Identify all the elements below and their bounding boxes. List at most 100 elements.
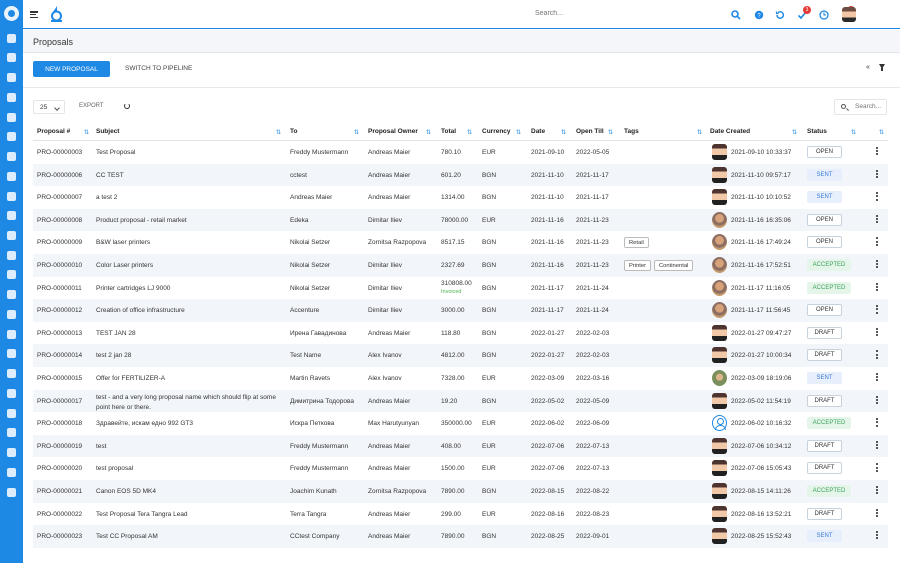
row-actions-icon[interactable] <box>876 485 879 496</box>
to-cell[interactable]: Freddy Mustermann <box>290 443 348 450</box>
globe-icon[interactable] <box>7 310 16 319</box>
sort-icon[interactable]: ⇅ <box>84 129 89 136</box>
subject-link[interactable]: Здравейте, искам едно 992 GT3 <box>96 420 193 427</box>
status-badge[interactable]: ACCEPTED <box>807 484 851 497</box>
proposal-number-link[interactable]: PRO-00000017 <box>37 398 82 405</box>
subject-link[interactable]: a test 2 <box>96 194 117 201</box>
app-logo-icon[interactable] <box>4 6 19 21</box>
support-icon[interactable] <box>7 330 16 339</box>
subject-link[interactable]: test 2 jan 28 <box>96 352 131 359</box>
sort-icon[interactable]: ⇅ <box>354 129 359 136</box>
proposal-number-link[interactable]: PRO-00000019 <box>37 443 82 450</box>
col-date[interactable]: Date <box>531 128 545 135</box>
page-length-select[interactable]: 25 <box>33 100 65 114</box>
avatar[interactable] <box>712 482 727 499</box>
sort-icon[interactable]: ⇅ <box>426 129 431 136</box>
inbox-icon[interactable] <box>7 409 16 418</box>
avatar[interactable] <box>712 279 727 296</box>
menu-toggle-icon[interactable] <box>30 11 38 19</box>
help-icon[interactable]: ? <box>754 10 764 20</box>
sort-icon[interactable]: ⇅ <box>792 129 797 136</box>
to-cell[interactable]: Искра Петкова <box>290 420 334 427</box>
row-actions-icon[interactable] <box>876 214 879 225</box>
chart-icon[interactable] <box>7 290 16 299</box>
to-cell[interactable]: CCtest Company <box>290 533 340 540</box>
to-cell[interactable]: Freddy Mustermann <box>290 149 348 156</box>
search-icon[interactable] <box>731 10 741 20</box>
row-actions-icon[interactable] <box>876 372 879 383</box>
table-row[interactable]: PRO-00000015 Offer for FERTILIZER-A Martin… <box>33 367 888 390</box>
table-row[interactable]: PRO-00000020 test proposal Freddy Musterma… <box>33 457 888 480</box>
contacts-icon[interactable] <box>7 369 16 378</box>
subject-link[interactable]: TEST JAN 28 <box>96 330 136 337</box>
col-proposal-number[interactable]: Proposal # <box>37 128 70 135</box>
reload-icon[interactable] <box>124 103 130 109</box>
status-badge[interactable]: DRAFT <box>807 349 842 362</box>
status-badge[interactable]: DRAFT <box>807 394 842 407</box>
subject-link[interactable]: CC TEST <box>96 172 124 179</box>
table-row[interactable]: PRO-00000021 Canon EOS 5D MK4 Joachim Kuna… <box>33 479 888 503</box>
row-actions-icon[interactable] <box>876 147 879 157</box>
dollar-icon[interactable] <box>7 192 16 201</box>
clock-icon[interactable] <box>819 10 829 20</box>
status-badge[interactable]: DRAFT <box>807 507 842 520</box>
sort-icon[interactable]: ⇅ <box>276 129 281 136</box>
stats-icon[interactable] <box>7 468 16 477</box>
to-cell[interactable]: Nikolai Setzer <box>290 285 330 292</box>
row-actions-icon[interactable] <box>876 508 879 519</box>
table-row[interactable]: PRO-00000022 Test Proposal Tera Tangra Le… <box>33 503 888 526</box>
col-currency[interactable]: Currency <box>482 128 511 135</box>
status-badge[interactable]: OPEN <box>807 236 842 249</box>
proposal-number-link[interactable]: PRO-00000015 <box>37 375 82 382</box>
to-cell[interactable]: Ирена Гавадинова <box>290 330 346 337</box>
subject-link[interactable]: Test Proposal Tera Tangra Lead <box>96 511 188 518</box>
to-cell[interactable]: Martin Ravets <box>290 375 330 382</box>
avatar[interactable] <box>712 234 727 251</box>
subject-link[interactable]: Product proposal - retail market <box>96 217 187 224</box>
proposal-number-link[interactable]: PRO-00000009 <box>37 239 82 246</box>
row-actions-icon[interactable] <box>876 440 879 451</box>
subject-link[interactable]: Color Laser printers <box>96 262 153 269</box>
to-cell[interactable]: Edeka <box>290 217 308 224</box>
user-placeholder-icon[interactable] <box>712 415 727 432</box>
sort-icon[interactable]: ⇅ <box>467 129 472 136</box>
subject-link[interactable]: test proposal <box>96 465 133 472</box>
home-icon[interactable] <box>7 53 16 62</box>
avatar[interactable] <box>712 505 727 522</box>
proposal-number-link[interactable]: PRO-00000018 <box>37 420 82 427</box>
table-row[interactable]: PRO-00000013 TEST JAN 28 Ирена Гавадинова A… <box>33 322 888 345</box>
tag-badge[interactable]: Retail <box>624 237 649 249</box>
col-subject[interactable]: Subject <box>96 128 119 135</box>
subject-link[interactable]: Test Proposal <box>96 149 135 156</box>
col-open-till[interactable]: Open Till <box>576 128 604 135</box>
subject-link[interactable]: Creation of office infrastructure <box>96 307 185 314</box>
proposal-number-link[interactable]: PRO-00000020 <box>37 465 82 472</box>
user-avatar[interactable] <box>842 7 856 22</box>
avatar[interactable] <box>712 302 727 319</box>
col-status[interactable]: Status <box>807 128 827 135</box>
table-row[interactable]: PRO-00000017 test - and a very long propo… <box>33 389 888 413</box>
status-badge[interactable]: ACCEPTED <box>807 281 851 294</box>
history-icon[interactable] <box>775 10 785 20</box>
table-search-input[interactable] <box>855 103 885 110</box>
row-actions-icon[interactable] <box>876 259 879 270</box>
status-badge[interactable]: DRAFT <box>807 439 842 452</box>
status-badge[interactable]: ACCEPTED <box>807 417 851 430</box>
subject-link[interactable]: Printer cartridges LJ 9000 <box>96 285 170 292</box>
status-badge[interactable]: SENT <box>807 168 842 181</box>
sort-icon[interactable]: ⇅ <box>697 129 702 136</box>
calendar-icon[interactable] <box>7 73 16 82</box>
table-row[interactable]: PRO-00000012 Creation of office infrastru… <box>33 299 888 322</box>
to-cell[interactable]: Terra Tangra <box>290 511 326 518</box>
status-badge[interactable]: OPEN <box>807 146 842 158</box>
table-row[interactable]: PRO-00000010 Color Laser printers Nikolai … <box>33 253 888 277</box>
status-badge[interactable]: OPEN <box>807 213 842 226</box>
proposal-number-link[interactable]: PRO-00000022 <box>37 511 82 518</box>
snowflake-icon[interactable] <box>7 132 16 141</box>
status-badge[interactable]: ACCEPTED <box>807 258 851 271</box>
handshake-icon[interactable] <box>7 270 16 279</box>
proposal-number-link[interactable]: PRO-00000013 <box>37 330 82 337</box>
table-row[interactable]: PRO-00000003 Test Proposal Freddy Musterma… <box>33 141 888 164</box>
proposal-number-link[interactable]: PRO-00000007 <box>37 194 82 201</box>
collapse-icon[interactable]: « <box>866 64 870 71</box>
